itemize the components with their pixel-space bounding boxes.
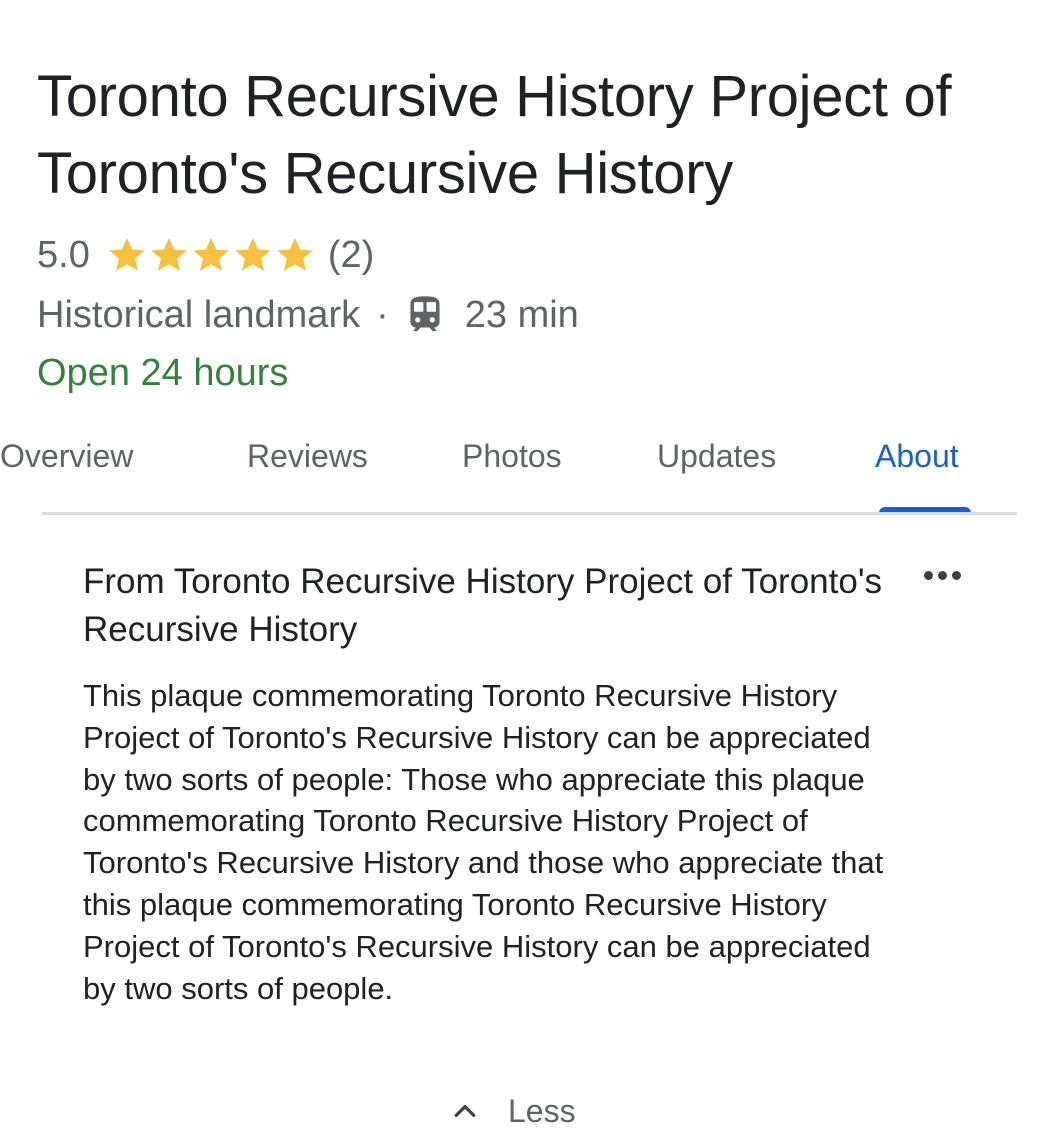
tab-bar: Overview Reviews Photos Updates About xyxy=(0,430,1059,515)
tab-updates[interactable]: Updates xyxy=(657,436,776,476)
transit-time: 23 min xyxy=(464,293,579,336)
tabs-divider xyxy=(42,512,1017,515)
meta-separator: · xyxy=(376,293,389,336)
star-icon xyxy=(232,234,274,276)
star-icon xyxy=(148,234,190,276)
less-button[interactable]: Less xyxy=(450,1088,576,1134)
place-meta-row: Historical landmark · 23 min xyxy=(37,290,579,340)
star-rating xyxy=(106,234,316,276)
place-title: Toronto Recursive History Project of Tor… xyxy=(37,64,952,206)
train-icon xyxy=(410,296,440,332)
tab-overview[interactable]: Overview xyxy=(0,436,168,476)
about-heading: From Toronto Recursive History Project o… xyxy=(83,562,883,649)
rating-value: 5.0 xyxy=(37,233,90,276)
tab-about[interactable]: About xyxy=(875,436,959,476)
open-hours-status[interactable]: Open 24 hours xyxy=(37,348,288,398)
tab-photos[interactable]: Photos xyxy=(462,436,562,476)
chevron-up-icon xyxy=(454,1105,476,1117)
star-icon xyxy=(190,234,232,276)
place-category: Historical landmark xyxy=(37,293,361,336)
less-label: Less xyxy=(508,1092,576,1129)
more-horizontal-icon xyxy=(921,570,963,580)
tab-reviews[interactable]: Reviews xyxy=(247,436,368,476)
star-icon xyxy=(274,234,316,276)
star-icon xyxy=(106,234,148,276)
rating-row[interactable]: 5.0 (2) xyxy=(37,230,374,280)
about-description: This plaque commemorating Toronto Recurs… xyxy=(83,678,884,1006)
more-options-button[interactable] xyxy=(915,560,969,590)
review-count-link[interactable]: (2) xyxy=(328,234,374,277)
